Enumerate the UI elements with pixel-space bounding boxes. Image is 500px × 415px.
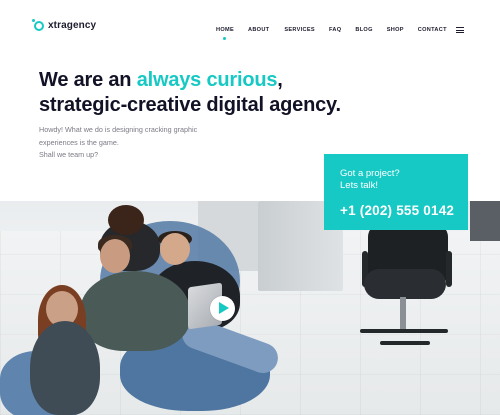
hero-title: We are an always curious, strategic-crea… bbox=[39, 68, 341, 118]
contact-phone-link[interactable]: +1 (202) 555 0142 bbox=[340, 203, 468, 218]
contact-card: Got a project? Lets talk! +1 (202) 555 0… bbox=[324, 154, 468, 230]
logo-icon bbox=[32, 18, 44, 31]
contact-card-line1: Got a project? bbox=[340, 168, 400, 179]
hero-title-suffix: , bbox=[277, 69, 283, 91]
hero-copy-line: experiences is the game. bbox=[39, 137, 119, 147]
contact-card-line2: Lets talk! bbox=[340, 179, 379, 191]
play-icon bbox=[219, 302, 229, 314]
hero-copy-line: Howdy! What we do is designing cracking … bbox=[39, 125, 198, 134]
nav-item-shop[interactable]: SHOP bbox=[387, 27, 404, 33]
brand-name: xtragency bbox=[48, 20, 97, 31]
hero-photo bbox=[0, 201, 500, 415]
hamburger-menu-icon[interactable] bbox=[456, 27, 464, 33]
main-nav: HOME ABOUT SERVICES FAQ BLOG SHOP CONTAC… bbox=[216, 27, 447, 40]
nav-item-blog[interactable]: BLOG bbox=[355, 27, 372, 33]
hero-title-prefix: We are an bbox=[39, 69, 137, 91]
nav-item-about[interactable]: ABOUT bbox=[248, 27, 269, 33]
hero-copy: Howdy! What we do is designing cracking … bbox=[39, 124, 269, 162]
video-play-button[interactable] bbox=[210, 296, 235, 321]
nav-item-home[interactable]: HOME bbox=[216, 27, 234, 40]
nav-item-faq[interactable]: FAQ bbox=[329, 27, 341, 33]
hero-title-line2: strategic-creative digital agency. bbox=[39, 94, 341, 116]
brand-logo[interactable]: xtragency bbox=[32, 18, 97, 31]
hero-copy-line: Shall we team up? bbox=[39, 150, 99, 159]
hero-title-accent: always curious bbox=[136, 69, 278, 91]
nav-item-contact[interactable]: CONTACT bbox=[418, 27, 447, 33]
nav-item-services[interactable]: SERVICES bbox=[284, 27, 315, 33]
